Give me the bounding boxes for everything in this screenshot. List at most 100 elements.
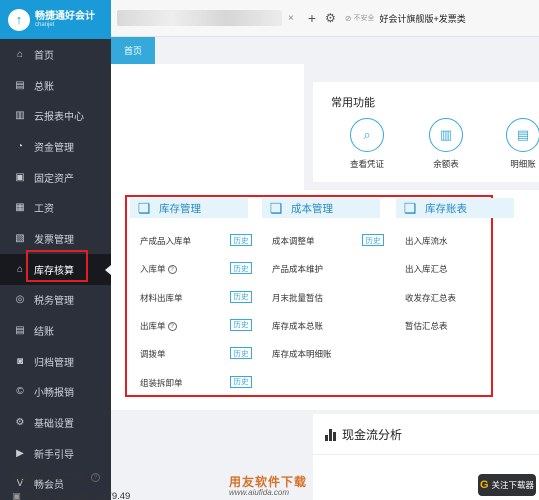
new-tab-icon[interactable]: + [308,10,316,26]
cost-manage-header: ❏ 成本管理 [262,198,380,218]
inventory-link-label: 材料出库单 [140,292,183,303]
bank-period-label: 现金银行(2022/04) [12,472,87,482]
inventory-link[interactable]: 组装拆卸单 [140,377,183,389]
inventory-link[interactable]: 成本调整单 [272,235,315,247]
sidebar-item-label: 固定资产 [34,173,74,185]
history-button[interactable]: 历史 [230,318,252,331]
sidebar-item-8[interactable]: ◎ 税务管理 [0,285,111,316]
inventory-link-label: 收发存汇总表 [405,292,457,303]
inventory-link[interactable]: 材料出库单 [140,292,183,304]
inventory-link[interactable]: 库存成本明细账 [272,348,332,360]
inventory-manage-icon: ❏ [137,199,151,216]
sidebar-item-12[interactable]: ⚙ 基础设置 [0,407,111,438]
inventory-link-label: 组装拆卸单 [140,377,183,388]
balance-sheet-button[interactable]: ▥ 余额表 [426,118,466,170]
badge-text: 关注下载器 [491,480,535,490]
inventory-link-label: 出库单 [140,320,166,331]
sidebar-item-label: 结账 [34,327,54,339]
history-button[interactable]: 历史 [230,262,252,275]
sidebar-item-9[interactable]: ▤ 结账 [0,315,111,346]
page-title: 好会计旗舰版+发票类 [379,13,466,24]
sidebar-item-label: 新手引导 [34,449,74,461]
inventory-link[interactable]: 产品成本维护 [272,263,323,275]
blurred-tab[interactable] [117,10,282,26]
logo[interactable]: ↑ 畅捷通好会计 chanjet [0,0,111,39]
history-button[interactable]: 历史 [230,234,252,246]
help-icon[interactable]: ? [91,473,101,482]
inventory-link-label: 库存成本总账 [272,320,324,331]
cash-label: 现金 [23,491,43,500]
not-secure-icon[interactable]: ⊘ [345,14,352,23]
sidebar-item-label: 云报表中心 [34,112,84,124]
sidebar-item-0[interactable]: ⌂ 首页 [0,39,111,70]
tab-home[interactable]: 首页 [111,37,155,64]
sidebar-item-3[interactable]: ◔ 资金管理 [0,131,111,162]
balance-sheet-label: 余额表 [433,159,459,169]
help-icon[interactable]: ? [167,265,177,275]
inventory-link-label: 月末批量暂估 [272,292,324,303]
tab-strip: 首页 [111,37,539,64]
inventory-report-title: 库存账表 [425,202,467,215]
inventory-link[interactable]: 出入库流水 [405,235,448,247]
sidebar-item-2[interactable]: ▥ 云报表中心 [0,100,111,131]
inventory-link-label: 出入库汇总 [405,264,448,275]
detail-ledger-label: 明细账 [510,159,536,169]
sidebar-item-13[interactable]: ▶ 新手引导 [0,438,111,469]
inventory-link[interactable]: 调拨单 [140,348,166,360]
sidebar-item-4[interactable]: ▣ 固定资产 [0,162,111,193]
watermark-url: www.aiufida.com [229,488,290,497]
inventory-link[interactable]: 入库单? [140,263,177,275]
sidebar-item-label: 首页 [34,50,54,62]
common-functions-title: 常用功能 [331,97,375,109]
history-button[interactable]: 历史 [362,234,384,246]
history-button[interactable]: 历史 [230,347,252,360]
divider [313,454,539,455]
history-button[interactable]: 历史 [230,375,252,388]
sidebar-item-label: 资金管理 [34,142,74,154]
sidebar-item-10[interactable]: ◙ 归档管理 [0,346,111,377]
sidebar-item-5[interactable]: ▦ 工资 [0,192,111,223]
help-icon[interactable]: ? [167,321,177,331]
history-button[interactable]: 历史 [230,290,252,303]
inventory-link-label: 调拨单 [140,349,166,360]
common-functions-panel: 常用功能 ⌕ 查看凭证 ▥ 余额表 ▤ 明细账 [313,82,539,182]
settings-icon: ⚙ [15,417,25,429]
cash-flow-title: 现金流分析 [342,428,403,442]
inventory-link[interactable]: 月末批量暂估 [272,292,323,304]
inventory-link[interactable]: 产成品入库单 [140,235,191,247]
close-tab-icon[interactable]: × [288,13,294,24]
sidebar-item-label: 税务管理 [34,296,74,308]
logo-title: 畅捷通好会计 [35,11,95,22]
cost-manage-icon: ❏ [269,199,283,216]
inventory-link-label: 入库单 [140,264,166,275]
inventory-icon: ⌂ [16,263,24,275]
sidebar-item-11[interactable]: © 小畅报销 [0,377,111,408]
inventory-link[interactable]: 收发存汇总表 [405,292,456,304]
balance-sheet-icon: ▥ [429,118,463,152]
view-voucher-button[interactable]: ⌕ 查看凭证 [347,118,387,170]
inventory-link[interactable]: 出库单? [140,320,177,332]
inventory-link[interactable]: 暂估汇总表 [405,320,448,332]
inventory-link[interactable]: 出入库汇总 [405,263,448,275]
inventory-link-label: 库存成本明细账 [272,349,332,360]
inventory-link-label: 产成品入库单 [140,236,192,246]
detail-ledger-button[interactable]: ▤ 明细账 [503,118,539,170]
sidebar-item-label: 工资 [34,204,54,216]
inventory-link-label: 成本调整单 [272,236,315,246]
home-icon: ⌂ [16,48,24,60]
inventory-manage-header: ❏ 库存管理 [130,198,248,218]
view-voucher-label: 查看凭证 [349,159,384,169]
not-secure-label[interactable]: 不安全 [354,13,375,23]
guide-icon: ▶ [16,447,24,459]
sidebar-item-label: 总账 [34,81,54,93]
report-icon: ▥ [15,110,25,122]
inventory-report-icon: ❏ [403,199,417,216]
voucher-search-icon: ⌕ [350,118,384,152]
inventory-link[interactable]: 库存成本总账 [272,320,323,332]
sidebar-item-label: 归档管理 [34,357,74,369]
download-badge[interactable]: G 关注下载器 [478,474,536,496]
invoice-icon: ▧ [15,232,25,244]
close-book-icon: ▤ [15,325,25,337]
gear-icon[interactable]: ⚙ [325,11,336,25]
sidebar-item-1[interactable]: ▤ 总账 [0,70,111,101]
